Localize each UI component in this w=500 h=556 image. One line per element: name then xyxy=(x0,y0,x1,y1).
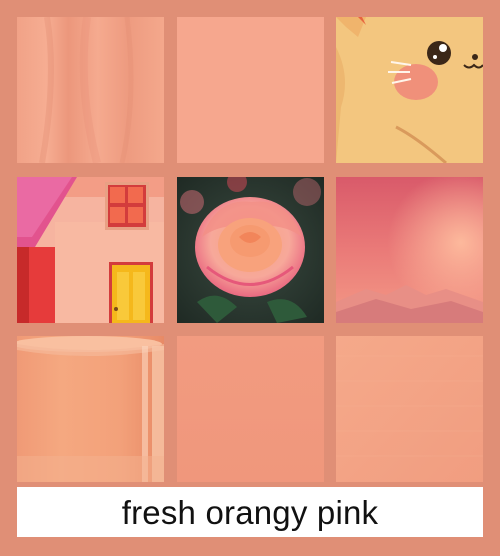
rose-tile xyxy=(177,177,324,323)
moodboard: fresh orangy pink xyxy=(0,0,500,556)
flat-swatch-tile xyxy=(177,17,324,163)
caption-text: fresh orangy pink xyxy=(121,493,379,531)
warm-swatch-tile xyxy=(177,336,324,482)
fabric-tile xyxy=(17,17,164,163)
sky-mountains-tile xyxy=(336,177,483,323)
house-tile xyxy=(17,177,164,323)
caption-bar: fresh orangy pink xyxy=(17,487,483,537)
cartoon-cat-tile xyxy=(336,17,483,163)
glossy-cup-tile xyxy=(17,336,164,482)
brushed-swatch-tile xyxy=(336,336,483,482)
